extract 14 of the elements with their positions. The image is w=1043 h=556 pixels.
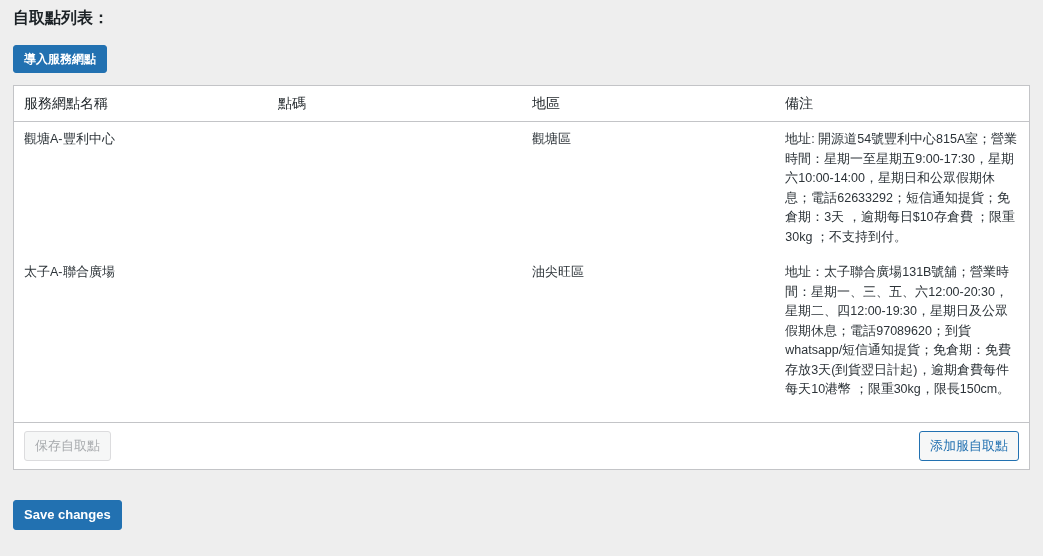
section-heading: 自取點列表： <box>13 8 109 28</box>
add-pickup-button[interactable]: 添加服自取點 <box>919 431 1019 461</box>
table-cell-text: 觀塘A-豐利中心 <box>24 131 116 148</box>
table-cell-text: 地址：太子聯合廣場131B號舖；營業時間：星期一、三、五、六12:00-20:30，星期二、四12:00-19:30，星期日及公眾假期休息；電話97089620；到貨whatsapp/短信通知提貨；免倉期：免費存放3天(到貨翌日計起)，逾期倉費每件每天10港幣 ；限重30kg，限長150cm。 <box>785 264 1013 398</box>
column-header: 地區 <box>530 94 561 113</box>
column-header: 服務網點名稱 <box>23 94 109 113</box>
table-cell-text: 油尖旺區 <box>531 264 585 281</box>
table-cell-text: 太子A-聯合廣場 <box>24 264 116 281</box>
table-cell-text: 觀塘區 <box>531 131 572 148</box>
column-header: 點碼 <box>276 94 307 113</box>
save-changes-button[interactable]: Save changes <box>13 500 122 530</box>
table-cell-text: 地址: 開源道54號豐利中心815A室；營業時間：星期一至星期五9:00-17:30，星期六10:00-14:00，星期日和公眾假期休息；電話62633292；短信通知提貨；免倉期：3天 ，逾期每日$10存倉費 ；限重30kg ；不支持到付。 <box>785 131 1019 246</box>
import-button[interactable]: 導入服務網點 <box>13 45 107 73</box>
column-header: 備注 <box>784 94 815 113</box>
